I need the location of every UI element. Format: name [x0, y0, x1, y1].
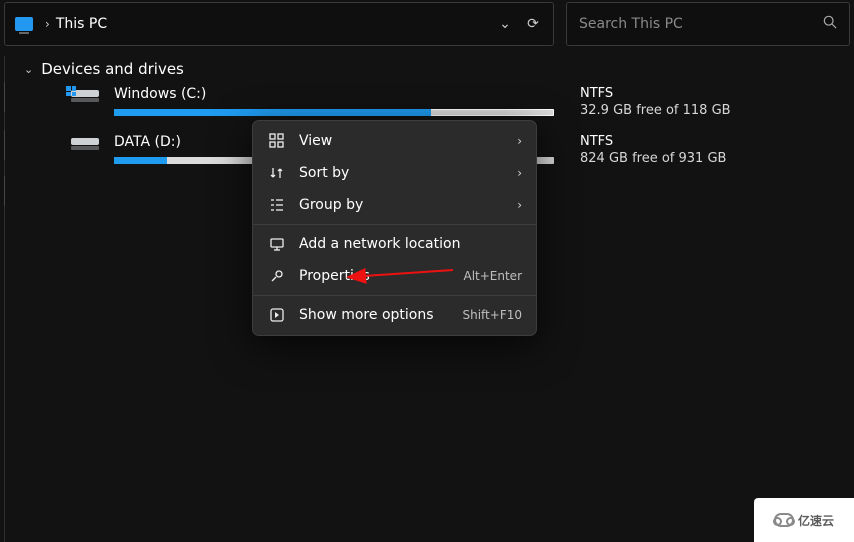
ctx-shortcut: Alt+Enter	[463, 269, 522, 283]
ctx-properties[interactable]: PropertiesAlt+Enter	[253, 260, 536, 292]
address-bar[interactable]: › This PC ⌄ ⟳	[4, 2, 554, 46]
chevron-right-icon: ›	[517, 198, 522, 212]
drive-name: Windows (C:)	[114, 86, 554, 102]
search-placeholder: Search This PC	[579, 16, 823, 32]
ctx-label: Group by	[299, 197, 517, 213]
chevron-down-icon: ⌄	[24, 63, 33, 76]
chevron-right-icon: ›	[45, 17, 50, 31]
filesystem-label: NTFS	[580, 86, 731, 101]
context-menu: View›Sort by›Group by›Add a network loca…	[252, 120, 537, 336]
filesystem-label: NTFS	[580, 134, 726, 149]
ctx-show-more-options[interactable]: Show more optionsShift+F10	[253, 299, 536, 331]
watermark: 亿速云	[754, 498, 854, 542]
group-title: Devices and drives	[41, 60, 184, 78]
watermark-text: 亿速云	[798, 512, 834, 529]
free-space-label: 824 GB free of 931 GB	[580, 151, 726, 166]
devices-drives-header[interactable]: ⌄ Devices and drives	[22, 56, 854, 82]
network-icon	[267, 236, 287, 252]
path-dropdown-icon[interactable]: ⌄	[491, 16, 519, 32]
capacity-bar	[114, 109, 554, 116]
sort-icon	[267, 165, 287, 181]
drive-icon	[70, 138, 100, 160]
search-icon	[823, 15, 837, 33]
drive-icon	[70, 90, 100, 112]
menu-separator	[253, 224, 536, 225]
search-input[interactable]: Search This PC	[566, 2, 850, 46]
ctx-label: View	[299, 133, 517, 149]
menu-separator	[253, 295, 536, 296]
free-space-label: 32.9 GB free of 118 GB	[580, 103, 731, 118]
this-pc-icon	[15, 17, 33, 31]
ctx-label: Sort by	[299, 165, 517, 181]
watermark-logo-icon	[774, 513, 794, 527]
properties-icon	[267, 268, 287, 284]
view-icon	[267, 133, 287, 149]
ctx-label: Show more options	[299, 307, 462, 323]
chevron-right-icon: ›	[517, 166, 522, 180]
chevron-right-icon: ›	[517, 134, 522, 148]
ctx-add-a-network-location[interactable]: Add a network location	[253, 228, 536, 260]
ctx-label: Add a network location	[299, 236, 522, 252]
ctx-group-by[interactable]: Group by›	[253, 189, 536, 221]
more-icon	[267, 307, 287, 323]
ctx-label: Properties	[299, 268, 463, 284]
address-location: This PC	[56, 16, 107, 32]
ctx-view[interactable]: View›	[253, 125, 536, 157]
refresh-icon[interactable]: ⟳	[519, 16, 547, 32]
ctx-sort-by[interactable]: Sort by›	[253, 157, 536, 189]
ctx-shortcut: Shift+F10	[462, 308, 522, 322]
group-icon	[267, 197, 287, 213]
